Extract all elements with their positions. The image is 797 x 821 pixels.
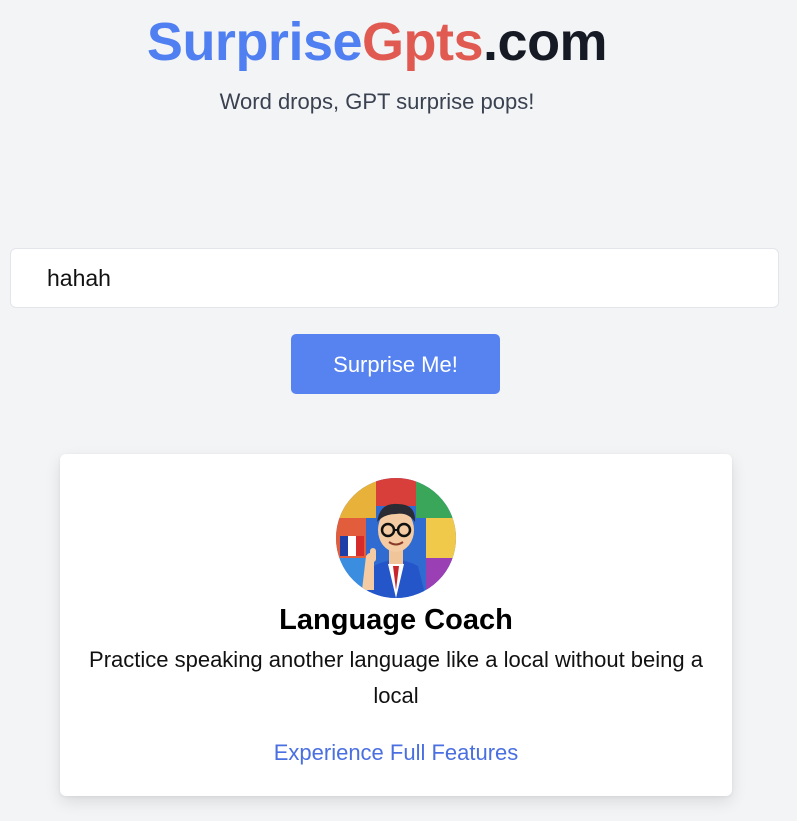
logo-part-surprise: Surprise <box>146 12 363 72</box>
logo-part-gpts: Gpts <box>362 12 484 72</box>
site-logo[interactable]: SurpriseGpts.com <box>0 10 754 74</box>
card-description: Practice speaking another language like … <box>89 647 703 708</box>
language-coach-avatar <box>336 478 456 598</box>
logo-part-domain: .com <box>483 12 608 72</box>
result-card: Language Coach Practice speaking another… <box>60 454 732 796</box>
card-title: Language Coach <box>279 604 513 636</box>
experience-full-features-link[interactable]: Experience Full Features <box>60 738 732 768</box>
tagline: Word drops, GPT surprise pops! <box>219 89 535 114</box>
search-input[interactable] <box>10 248 779 308</box>
surprise-me-button[interactable]: Surprise Me! <box>291 334 500 394</box>
